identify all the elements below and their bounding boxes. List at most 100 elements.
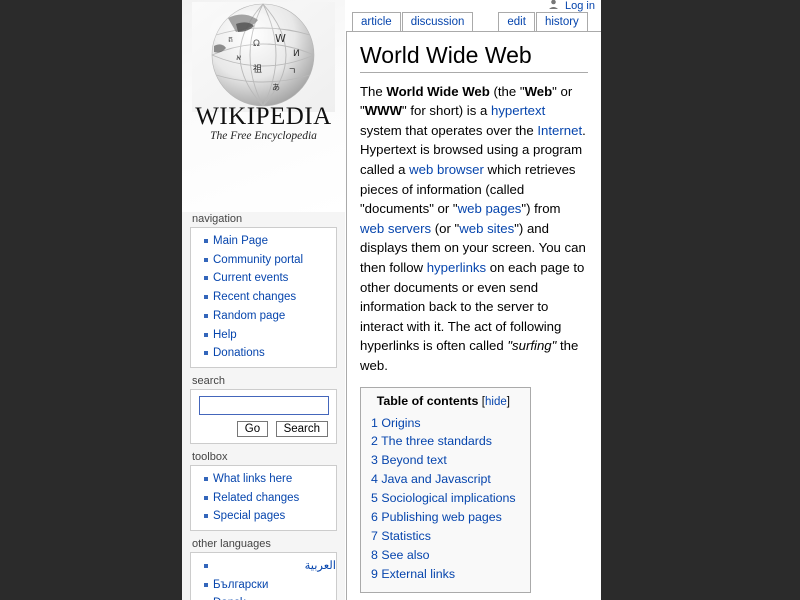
language-item-arabic[interactable]: العربية (305, 560, 336, 572)
toc-hide-link[interactable]: hide (485, 396, 507, 408)
text-fragment: ") from (521, 201, 560, 216)
sidebar-item-what-links-here[interactable]: What links here (213, 473, 292, 485)
list-item[interactable]: Special pages (213, 507, 336, 526)
portlet-other-languages-body: العربية Български Dansk (190, 552, 337, 600)
toc-toggle-close: ] (507, 396, 510, 408)
list-item[interactable]: Current events (213, 269, 336, 288)
sidebar-item-random-page[interactable]: Random page (213, 310, 285, 322)
sidebar-item-help[interactable]: Help (213, 329, 237, 341)
list-item[interactable]: 7 Statistics (371, 527, 516, 546)
list-item[interactable]: 5 Sociological implications (371, 489, 516, 508)
text-fragment: system that operates over the (360, 123, 537, 138)
list-item[interactable]: Related changes (213, 489, 336, 508)
toc-title-label: Table of contents (377, 394, 479, 408)
screen: W Ω И א 祖 ㄱ ត あ WIKIPEDIA The Fre (0, 0, 800, 600)
sidebar-item-donations[interactable]: Donations (213, 347, 265, 359)
portlet-navigation-title: navigation (190, 212, 345, 227)
text-fragment: (or " (431, 221, 459, 236)
sidebar-item-main-page[interactable]: Main Page (213, 235, 268, 247)
svg-text:א: א (236, 53, 241, 62)
wikipedia-globe-icon[interactable]: W Ω И א 祖 ㄱ ត あ (192, 2, 335, 112)
list-item[interactable]: What links here (213, 470, 336, 489)
wikipedia-wordmark: WIKIPEDIA (182, 104, 345, 129)
tab-article[interactable]: article (352, 12, 401, 31)
term-www: WWW (365, 103, 402, 118)
toc-item-statistics[interactable]: 7 Statistics (371, 529, 431, 543)
text-fragment: The (360, 84, 386, 99)
list-item[interactable]: 1 Origins (371, 414, 516, 433)
svg-text:祖: 祖 (253, 63, 262, 75)
term-surfing: "surfing" (507, 338, 556, 353)
sidebar-item-related-changes[interactable]: Related changes (213, 492, 299, 504)
go-button[interactable]: Go (237, 421, 268, 437)
list-item[interactable]: Recent changes (213, 288, 336, 307)
tab-history[interactable]: history (536, 12, 588, 31)
list-item[interactable]: 9 External links (371, 565, 516, 584)
text-fragment: " for short) is a (402, 103, 491, 118)
list-item[interactable]: 2 The three standards (371, 432, 516, 451)
toc-item-see-also[interactable]: 8 See also (371, 548, 430, 562)
wikipedia-tagline: The Free Encyclopedia (182, 130, 345, 142)
toc-list: 1 Origins 2 The three standards 3 Beyond… (371, 414, 516, 584)
list-item[interactable]: 3 Beyond text (371, 451, 516, 470)
toc-item-sociological-implications[interactable]: 5 Sociological implications (371, 491, 516, 505)
toc-item-external-links[interactable]: 9 External links (371, 567, 455, 581)
search-box: Go Search (190, 389, 337, 444)
portlet-navigation: navigation Main Page Community portal Cu… (190, 212, 345, 368)
sidebar-item-special-pages[interactable]: Special pages (213, 510, 285, 522)
sidebar: navigation Main Page Community portal Cu… (182, 212, 345, 600)
list-item[interactable]: Dansk (213, 594, 336, 600)
svg-text:И: И (293, 49, 300, 59)
content-tabs: articlediscussion edithistory (352, 12, 589, 31)
sidebar-item-current-events[interactable]: Current events (213, 272, 288, 284)
language-item-bulgarian[interactable]: Български (213, 579, 268, 591)
list-item[interactable]: Community portal (213, 251, 336, 270)
toc-item-publishing-web-pages[interactable]: 6 Publishing web pages (371, 510, 502, 524)
list-item[interactable]: Random page (213, 307, 336, 326)
link-hypertext[interactable]: hypertext (491, 103, 545, 118)
personal-bar: Log in (182, 0, 601, 14)
list-item[interactable]: العربية (213, 557, 336, 576)
list-item[interactable]: 6 Publishing web pages (371, 508, 516, 527)
tab-discussion[interactable]: discussion (402, 12, 474, 31)
table-of-contents: Table of contents [hide] 1 Origins 2 The… (360, 387, 531, 593)
log-in-link[interactable]: Log in (565, 0, 595, 12)
term-world-wide-web: World Wide Web (386, 84, 489, 99)
portlet-other-languages-title: other languages (190, 537, 345, 552)
link-hyperlinks[interactable]: hyperlinks (427, 260, 486, 275)
link-web-pages[interactable]: web pages (458, 201, 522, 216)
portlet-search: search Go Search (190, 374, 345, 444)
link-web-servers[interactable]: web servers (360, 221, 431, 236)
toc-item-the-three-standards[interactable]: 2 The three standards (371, 434, 492, 448)
link-internet[interactable]: Internet (537, 123, 582, 138)
search-button[interactable]: Search (276, 421, 328, 437)
lead-paragraph: The World Wide Web (the "Web" or "WWW" f… (360, 82, 588, 376)
portlet-search-title: search (190, 374, 345, 389)
list-item[interactable]: Donations (213, 344, 336, 363)
svg-text:あ: あ (272, 83, 280, 92)
list-item[interactable]: Help (213, 326, 336, 345)
link-web-browser[interactable]: web browser (409, 162, 484, 177)
portlet-toolbox: toolbox What links here Related changes … (190, 450, 345, 531)
list-item[interactable]: Български (213, 576, 336, 595)
page-title: World Wide Web (360, 42, 588, 73)
logo-area[interactable]: W Ω И א 祖 ㄱ ត あ WIKIPEDIA The Fre (182, 0, 345, 212)
svg-text:ㄱ: ㄱ (288, 67, 296, 77)
list-item[interactable]: 4 Java and Javascript (371, 470, 516, 489)
toc-toggle: [hide] (482, 396, 510, 408)
search-input[interactable] (199, 396, 329, 415)
toc-item-origins[interactable]: 1 Origins (371, 416, 421, 430)
toc-item-beyond-text[interactable]: 3 Beyond text (371, 453, 447, 467)
sidebar-item-community-portal[interactable]: Community portal (213, 254, 303, 266)
article-content: World Wide Web The World Wide Web (the "… (346, 31, 601, 600)
list-item[interactable]: 8 See also (371, 546, 516, 565)
toc-item-java-and-javascript[interactable]: 4 Java and Javascript (371, 472, 491, 486)
search-buttons: Go Search (197, 419, 330, 437)
link-web-sites[interactable]: web sites (459, 221, 514, 236)
portlet-toolbox-title: toolbox (190, 450, 345, 465)
portlet-navigation-body: Main Page Community portal Current event… (190, 227, 337, 368)
list-item[interactable]: Main Page (213, 232, 336, 251)
tab-edit[interactable]: edit (498, 12, 535, 31)
sidebar-item-recent-changes[interactable]: Recent changes (213, 291, 296, 303)
user-icon (548, 0, 559, 8)
